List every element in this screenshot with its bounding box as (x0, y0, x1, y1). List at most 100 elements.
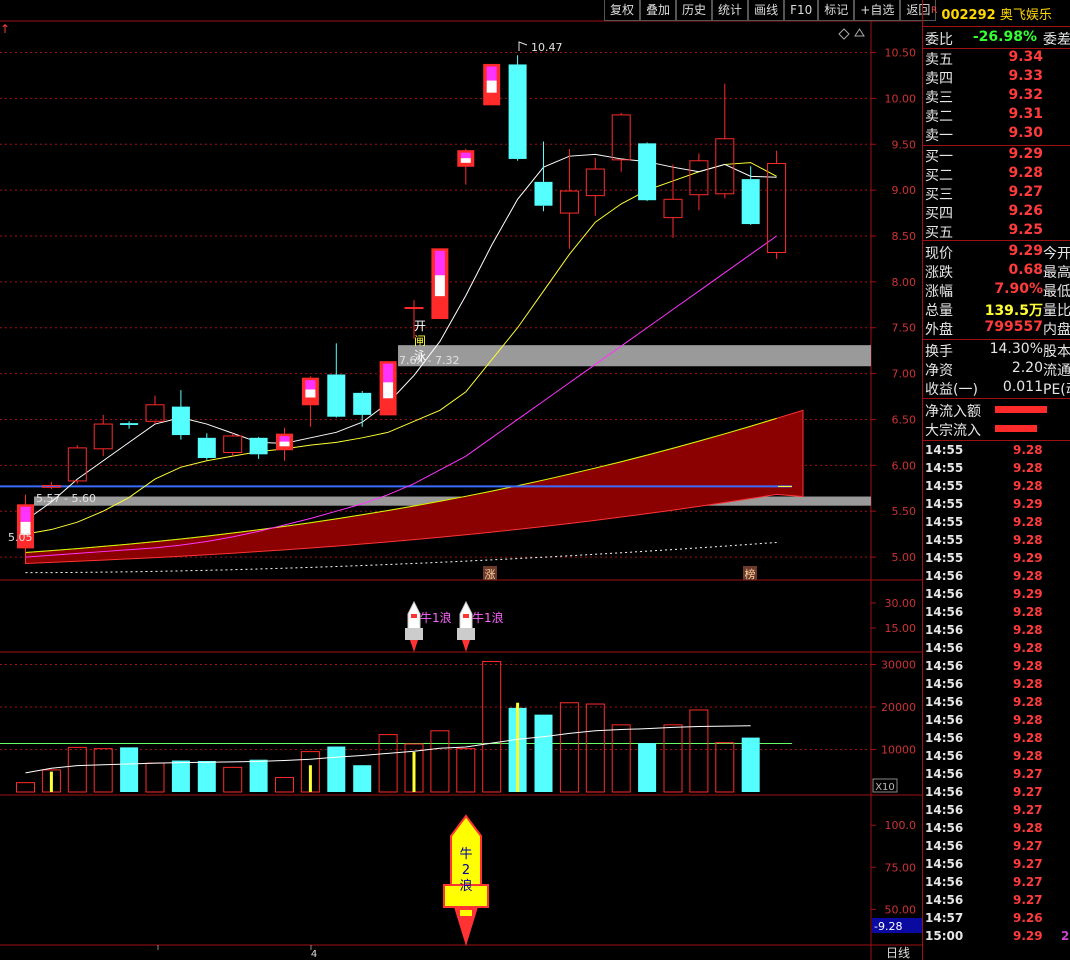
zhang-label: 涨 (485, 568, 496, 581)
toolbar-button-4[interactable]: 画线 (748, 0, 785, 21)
candle-body (741, 179, 760, 225)
tick-price: 9.27 (1013, 803, 1043, 817)
quote-row: 外盘 799557 内盘 (925, 319, 1070, 338)
quote-row-value: 139.5万 (984, 303, 1043, 319)
candle-body (585, 168, 605, 197)
fund-row-value: 14.30% (989, 341, 1043, 357)
high-annotation: 10.47 (531, 41, 563, 54)
buy-row-value: 9.28 (1008, 165, 1043, 181)
tick-price: 9.28 (1013, 533, 1043, 547)
tick-price: 9.27 (1013, 839, 1043, 853)
candle-body (145, 404, 165, 422)
fund-row-value: 2.20 (1011, 360, 1043, 376)
price-axis-label: 8.50 (892, 230, 917, 243)
wei-bi-row: 委比 -26.98% 委差 (925, 29, 1070, 48)
tick-price: 9.29 (1013, 587, 1043, 601)
quote-row-right-label: 今开 (1043, 246, 1070, 262)
toolbar-button-6[interactable]: 标记 (818, 0, 855, 21)
quote-row-label: 现价 (925, 246, 953, 262)
tick-time: 14:56 (925, 605, 964, 619)
volume-bar (534, 714, 553, 792)
rocket-1-fins (405, 628, 423, 640)
price-axis-label: 8.00 (892, 276, 917, 289)
tick-row: 15:00 9.29 2 (925, 929, 1070, 947)
stock-code: 002292 (941, 8, 996, 23)
candle-magenta (279, 436, 290, 442)
volume-bar (482, 661, 502, 793)
candle-magenta (383, 363, 394, 383)
buy-row-value: 9.29 (1008, 146, 1043, 162)
tick-row: 14:56 9.28 (925, 677, 1070, 695)
tick-price: 9.27 (1013, 857, 1043, 871)
stock-header[interactable]: R 002292 奥飞娱乐 (931, 4, 1052, 23)
quote-row-right-label: 最低 (1043, 284, 1070, 300)
volume-bar (353, 765, 372, 792)
sell-row-value: 9.32 (1008, 87, 1043, 103)
candle-white (460, 158, 471, 163)
price-axis-label: 5.50 (892, 505, 917, 518)
resistance-zone (398, 345, 871, 367)
tick-time: 14:56 (925, 785, 964, 799)
kline-tag: 开 (414, 319, 426, 333)
buy-row-value: 9.26 (1008, 203, 1043, 219)
tick-price: 9.28 (1013, 821, 1043, 835)
tick-time: 14:56 (925, 839, 964, 853)
buy-row-label: 买五 (925, 225, 953, 241)
tick-price: 9.28 (1013, 623, 1043, 637)
candle-body (67, 447, 87, 482)
buy-row-value: 9.25 (1008, 222, 1043, 238)
wei-cha-label: 委差 (1043, 32, 1070, 48)
candle-white (486, 80, 497, 93)
toolbar-button-1[interactable]: 叠加 (640, 0, 677, 21)
tick-row: 14:56 9.28 (925, 623, 1070, 641)
tick-time: 14:55 (925, 515, 964, 529)
triangle-icon (854, 28, 865, 37)
tick-time: 15:00 (925, 929, 964, 943)
tick-price: 9.29 (1013, 929, 1043, 943)
tick-row: 14:56 9.27 (925, 893, 1070, 911)
x-axis-mark: 4 (311, 949, 317, 960)
stock-flag: R (931, 6, 938, 16)
candle-body (638, 143, 657, 201)
tick-time: 14:56 (925, 569, 964, 583)
sell-row: 卖三 9.32 (925, 87, 1070, 106)
quote-row-right-label: 量比 (1043, 303, 1070, 319)
candle-body (223, 435, 243, 453)
tick-row: 14:56 9.27 (925, 839, 1070, 857)
toolbar-button-0[interactable]: 复权 (604, 0, 641, 21)
tick-time: 14:57 (925, 911, 964, 925)
flow-label: 净流入额 (925, 404, 981, 420)
toolbar-button-3[interactable]: 统计 (712, 0, 749, 21)
rocket-1-stripe (411, 614, 417, 618)
candle-body (508, 64, 527, 159)
candle-body (534, 181, 553, 206)
candle-body (611, 114, 631, 161)
candle-body (404, 307, 424, 310)
toolbar-button-5[interactable]: F10 (784, 0, 819, 21)
rocket-1-label: 牛1浪 (420, 610, 452, 625)
tick-price: 9.29 (1013, 497, 1043, 511)
sell-row-label: 卖四 (925, 71, 953, 87)
tick-time: 14:55 (925, 479, 964, 493)
sell-row-label: 卖二 (925, 109, 953, 125)
kline-chart[interactable]: 10.50 10.00 9.50 9.00 8.50 8.00 7.50 7.00 6.50 6.… (0, 0, 922, 960)
tick-price: 9.28 (1013, 749, 1043, 763)
flow-bar (995, 425, 1037, 432)
price-axis-label: 10.50 (885, 47, 917, 60)
fund-row-label: 收益(一) (925, 382, 978, 398)
toolbar-button-7[interactable]: +自选 (854, 0, 901, 21)
tick-row: 14:56 9.28 (925, 695, 1070, 713)
big-rocket-label: 2 (462, 863, 470, 878)
toolbar-button-2[interactable]: 历史 (676, 0, 713, 21)
flow-bar (995, 406, 1048, 413)
tick-time: 14:56 (925, 641, 964, 655)
big-rocket-flame-core (460, 910, 472, 916)
tick-time: 14:56 (925, 623, 964, 637)
flow-row: 净流入额 (925, 401, 1070, 420)
volume-highlight (516, 702, 520, 792)
tick-time: 14:56 (925, 659, 964, 673)
volume-bar (249, 759, 268, 792)
quote-row: 现价 9.29 今开 (925, 243, 1070, 262)
wei-bi-value: -26.98% (972, 29, 1037, 45)
tick-price: 9.27 (1013, 875, 1043, 889)
